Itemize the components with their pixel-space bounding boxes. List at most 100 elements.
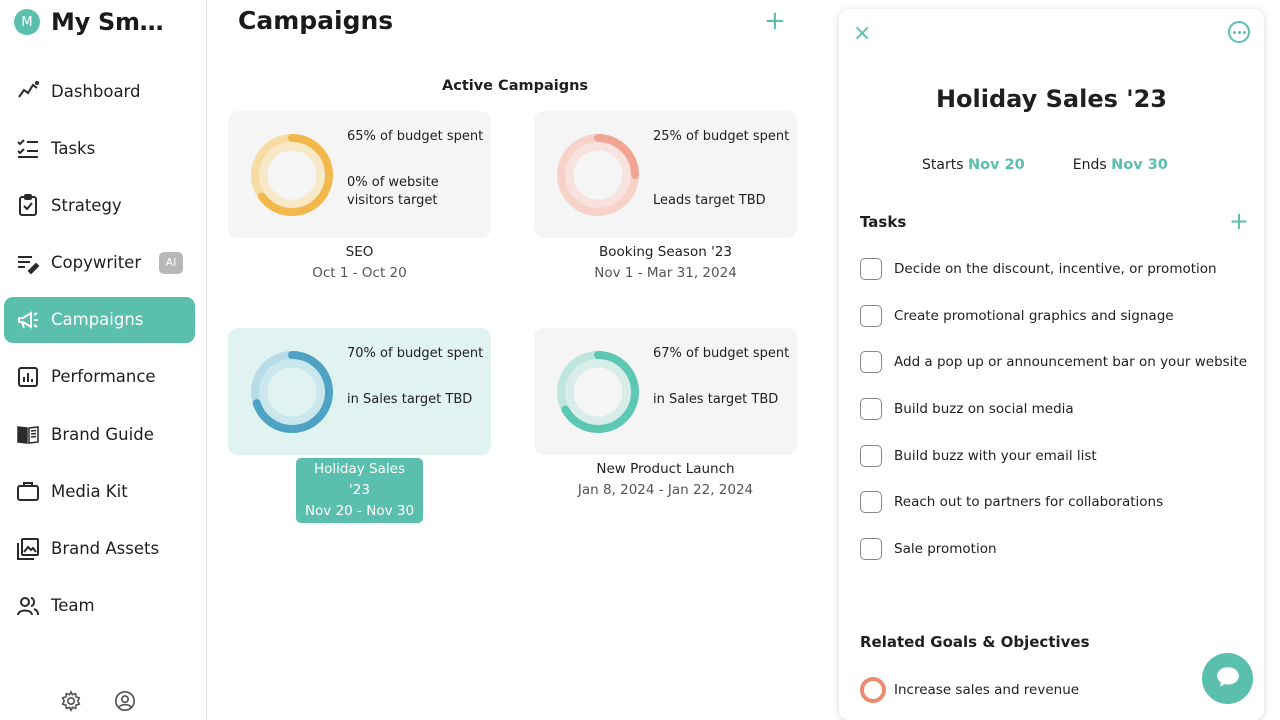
target-stat: in Sales target TBD [653, 392, 779, 407]
sidebar-nav: Dashboard Tasks Strategy Copywriter AI C… [4, 68, 195, 640]
ring-inner [564, 141, 632, 209]
end-date-label: Ends [1072, 157, 1107, 173]
end-date-value: Nov 30 [1111, 157, 1168, 173]
start-date[interactable]: Starts Nov 20 [922, 157, 1025, 173]
add-campaign-button[interactable]: + [764, 8, 786, 34]
sidebar-item-strategy[interactable]: Strategy [4, 182, 195, 228]
sidebar-item-team[interactable]: Team [4, 583, 195, 629]
budget-stat: 25% of budget spent [653, 129, 790, 144]
task-checkbox[interactable] [860, 491, 882, 513]
ring-inner [564, 358, 632, 426]
task-item[interactable]: Reach out to partners for collaborations [860, 490, 1163, 514]
budget-stat: 65% of budget spent [347, 129, 484, 144]
campaign-dates: Nov 1 - Mar 31, 2024 [594, 265, 737, 281]
panel-title: Holiday Sales '23 [935, 85, 1168, 113]
budget-stat: 70% of budget spent [347, 346, 484, 361]
task-item[interactable]: Sale promotion [860, 537, 997, 561]
sidebar-item-performance[interactable]: Performance [4, 354, 195, 400]
start-date-label: Starts [922, 157, 964, 173]
more-options-icon[interactable] [1228, 21, 1250, 43]
task-checkbox[interactable] [860, 538, 882, 560]
megaphone-icon [15, 307, 41, 333]
close-icon[interactable]: × [853, 21, 871, 46]
task-checkbox[interactable] [860, 351, 882, 373]
campaign-dates: Oct 1 - Oct 20 [312, 265, 407, 281]
task-item[interactable]: Decide on the discount, incentive, or pr… [860, 257, 1217, 281]
image-icon [15, 536, 41, 562]
task-label: Reach out to partners for collaborations [894, 494, 1164, 510]
campaign-caption[interactable]: Booking Season '23 Nov 1 - Mar 31, 2024 [534, 242, 797, 284]
user-circle-icon[interactable] [114, 690, 136, 716]
gear-icon[interactable] [60, 689, 82, 716]
workspace-avatar[interactable]: M [14, 9, 40, 35]
campaign-card-seo[interactable]: 65% of budget spent 0% of website visito… [228, 111, 491, 238]
campaign-name: SEO [345, 244, 374, 260]
clipboard-check-icon [15, 192, 41, 218]
task-label: Sale promotion [894, 541, 997, 557]
add-task-button[interactable]: + [1229, 209, 1249, 233]
sidebar-item-label: Media Kit [51, 481, 128, 501]
campaign-caption[interactable]: Holiday Sales '23 Nov 20 - Nov 30 [296, 458, 423, 523]
campaign-caption[interactable]: New Product Launch Jan 8, 2024 - Jan 22,… [534, 459, 797, 501]
sidebar-item-brand-assets[interactable]: Brand Assets [4, 526, 195, 572]
campaign-dates: Jan 8, 2024 - Jan 22, 2024 [577, 482, 754, 498]
campaign-dates: Nov 20 - Nov 30 [304, 503, 415, 519]
target-stat: Leads target TBD [653, 193, 766, 208]
chat-button[interactable] [1202, 653, 1253, 704]
sidebar-item-campaigns[interactable]: Campaigns [4, 296, 195, 343]
campaign-name: Booking Season '23 [599, 244, 732, 260]
task-item[interactable]: Build buzz with your email list [860, 444, 1097, 468]
budget-stat: 67% of budget spent [653, 346, 790, 361]
campaign-name: Holiday Sales '23 [314, 461, 405, 498]
brand[interactable]: M My Sm… [14, 8, 164, 36]
sidebar-item-label: Strategy [51, 195, 122, 215]
task-checkbox[interactable] [860, 398, 882, 420]
people-icon [15, 593, 41, 619]
sidebar-item-media-kit[interactable]: Media Kit [4, 468, 195, 514]
task-checkbox[interactable] [860, 445, 882, 467]
task-item[interactable]: Create promotional graphics and signage [860, 304, 1174, 328]
sidebar: M My Sm… Dashboard Tasks Strategy Copywr… [0, 0, 207, 720]
task-item[interactable]: Build buzz on social media [860, 397, 1074, 421]
sidebar-item-label: Performance [51, 367, 156, 387]
end-date[interactable]: Ends Nov 30 [1073, 157, 1168, 173]
sidebar-item-label: Copywriter [51, 253, 142, 273]
goal-item[interactable]: Increase sales and revenue [860, 677, 1079, 703]
goals-heading: Related Goals & Objectives [860, 633, 1090, 651]
sidebar-footer [60, 689, 136, 716]
budget-ring [251, 134, 333, 216]
campaign-card-booking-season[interactable]: 25% of budget spent Leads target TBD [534, 111, 797, 238]
workspace-name[interactable]: My Sm… [51, 8, 164, 36]
task-label: Build buzz on social media [894, 401, 1074, 417]
campaign-date-range: Starts Nov 20 Ends Nov 30 [922, 157, 1168, 173]
task-item[interactable]: Add a pop up or announcement bar on your… [860, 350, 1247, 374]
target-stat: 0% of website visitors target [347, 175, 439, 208]
task-label: Build buzz with your email list [894, 448, 1097, 464]
start-date-value: Nov 20 [967, 157, 1025, 173]
sidebar-item-copywriter[interactable]: Copywriter AI [4, 240, 195, 286]
sidebar-item-label: Campaigns [51, 310, 144, 330]
edit-lines-icon [15, 250, 41, 276]
sidebar-item-label: Dashboard [51, 81, 141, 101]
checklist-icon [15, 135, 41, 161]
briefcase-icon [15, 478, 41, 504]
sidebar-item-label: Team [51, 596, 95, 616]
task-checkbox[interactable] [860, 258, 882, 280]
sidebar-item-tasks[interactable]: Tasks [4, 125, 195, 171]
campaign-card-holiday-sales[interactable]: 70% of budget spent in Sales target TBD [228, 328, 491, 455]
campaign-caption[interactable]: SEO Oct 1 - Oct 20 [228, 242, 491, 284]
sidebar-item-brand-guide[interactable]: Brand Guide [4, 411, 195, 457]
bar-chart-icon [15, 364, 41, 390]
ring-inner [258, 358, 326, 426]
chat-bubble-icon [1215, 664, 1241, 694]
task-label: Add a pop up or announcement bar on your… [894, 354, 1248, 370]
page-title: Campaigns [238, 6, 394, 35]
sidebar-item-label: Brand Assets [51, 539, 160, 558]
campaign-card-new-product-launch[interactable]: 67% of budget spent in Sales target TBD [534, 328, 797, 455]
task-checkbox[interactable] [860, 305, 882, 327]
sidebar-item-dashboard[interactable]: Dashboard [4, 68, 195, 114]
trend-icon [15, 78, 41, 104]
goal-label: Increase sales and revenue [894, 682, 1080, 698]
tasks-heading: Tasks [860, 213, 907, 231]
ai-badge: AI [159, 251, 183, 274]
